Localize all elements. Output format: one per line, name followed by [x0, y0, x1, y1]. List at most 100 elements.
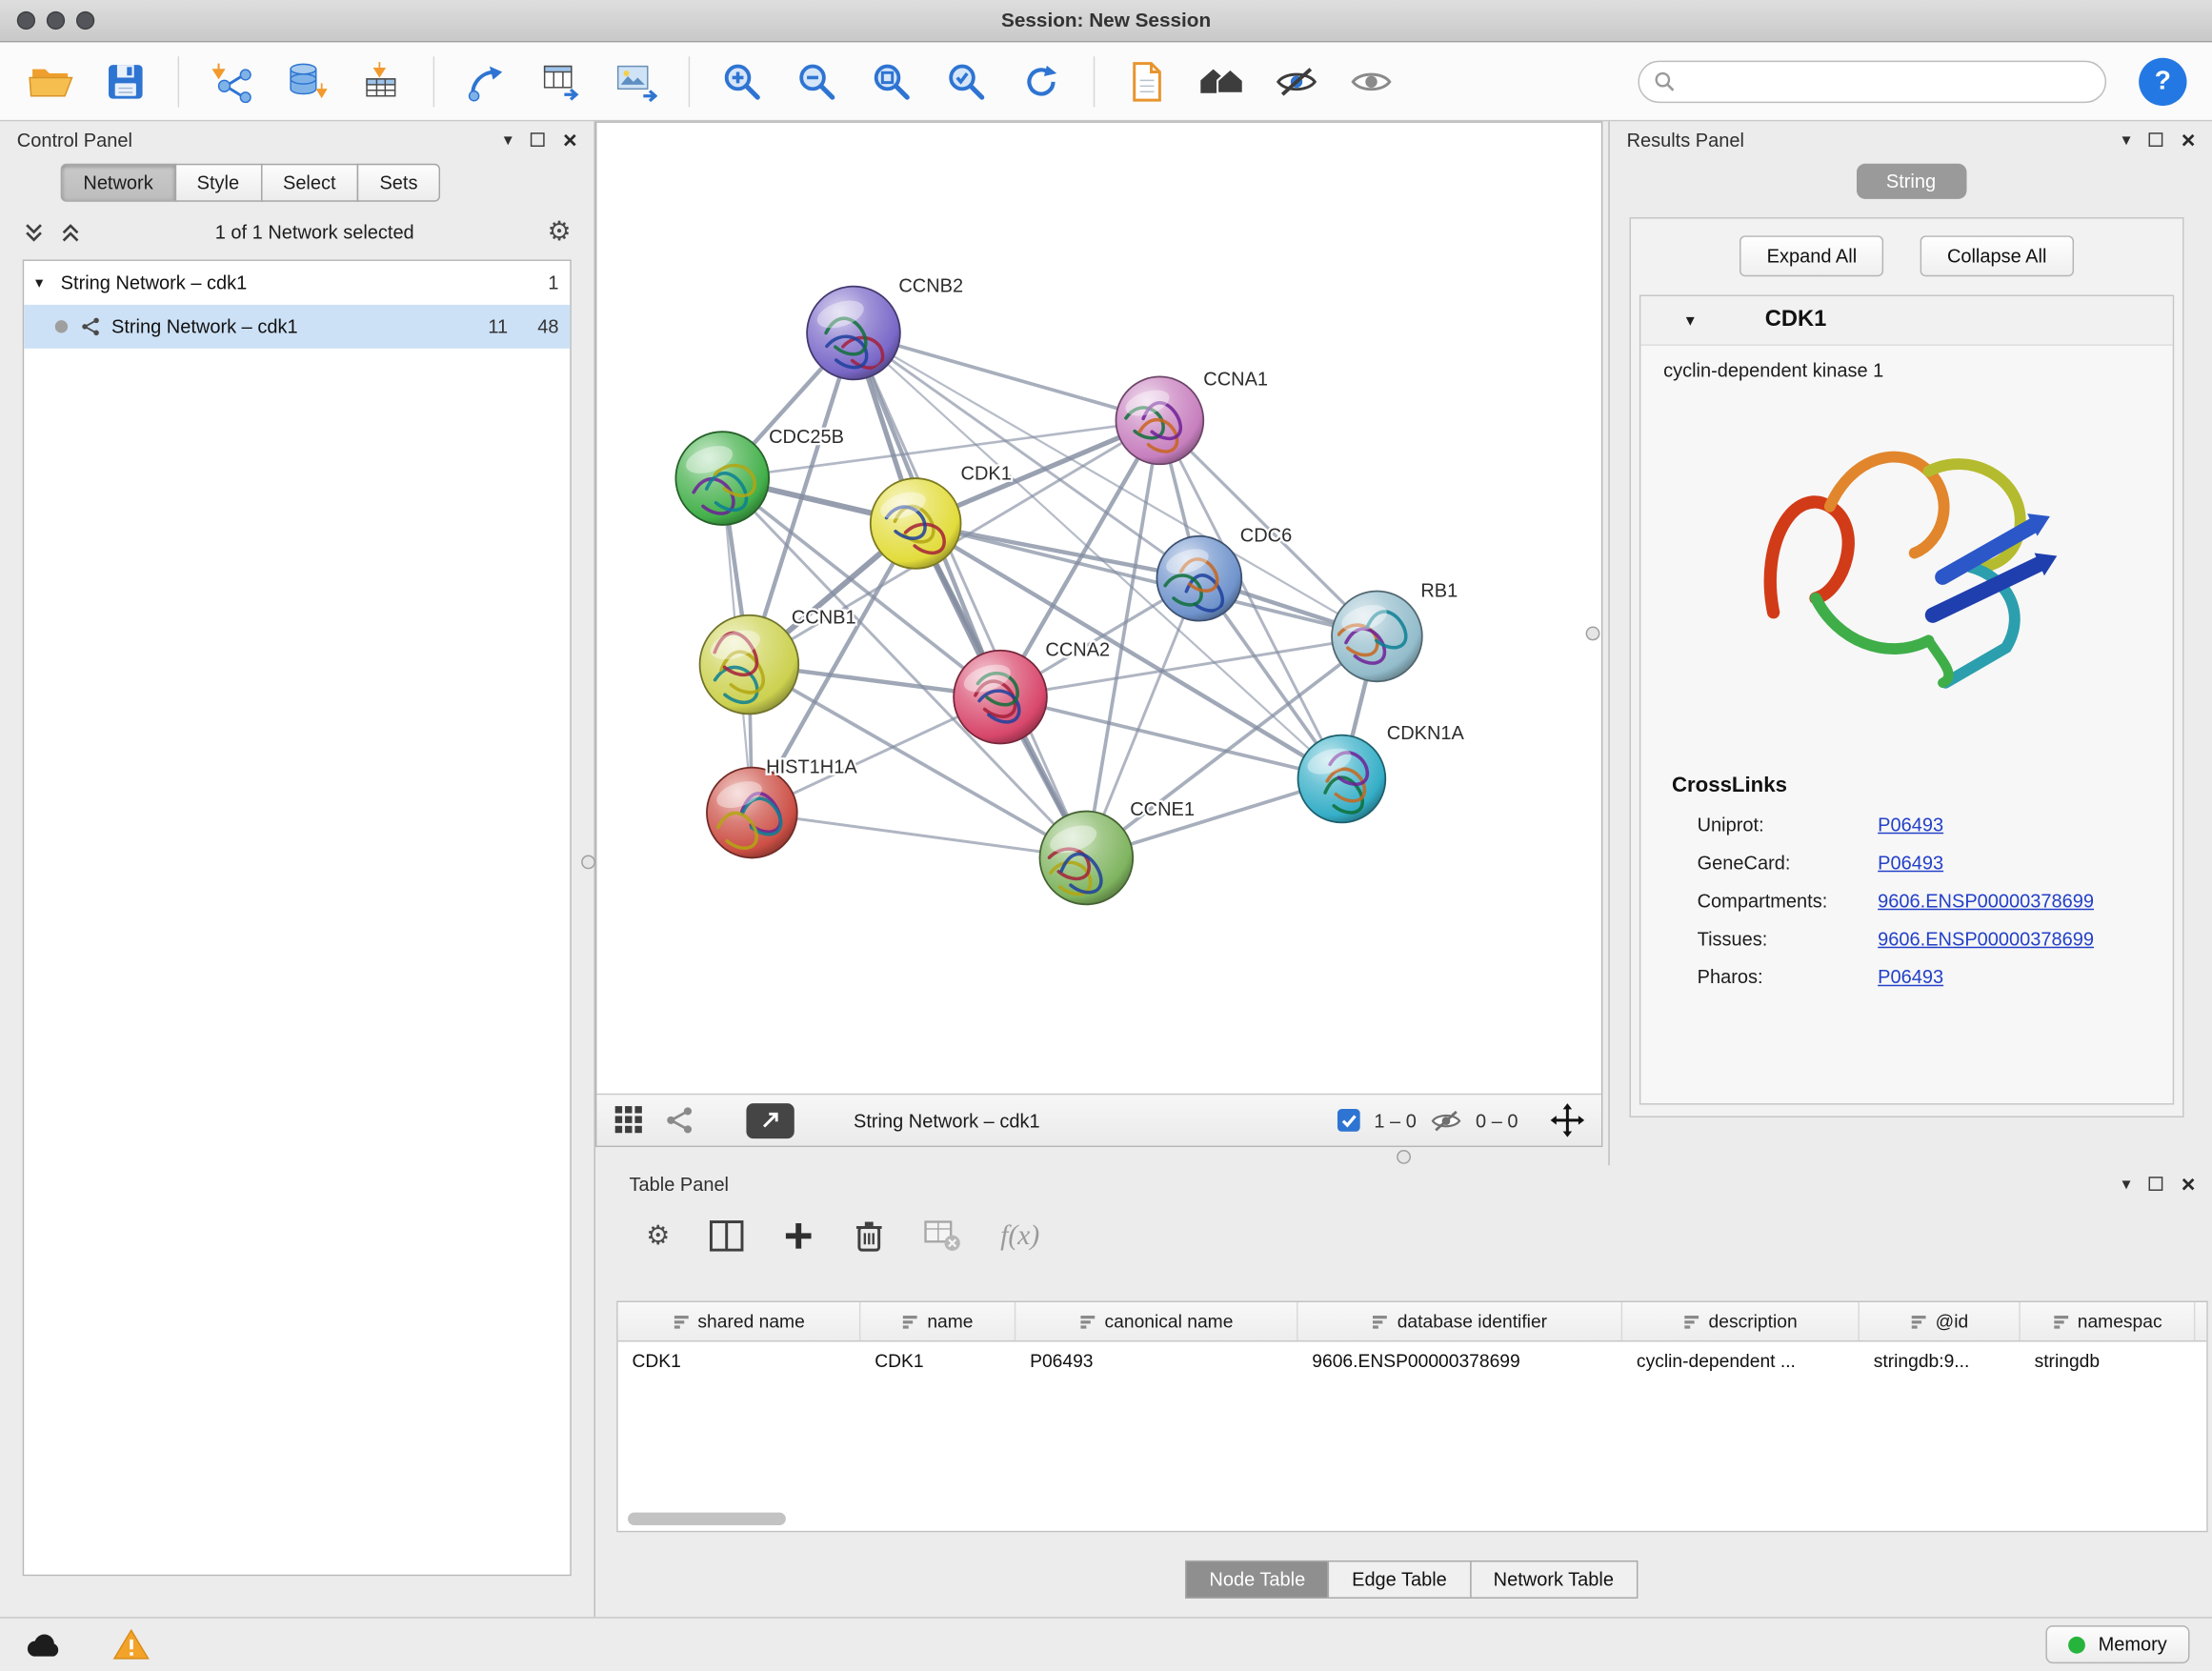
browser-home-button[interactable] [1188, 48, 1256, 115]
close-window-button[interactable] [17, 11, 35, 30]
column-header-canonical-name[interactable]: canonical name [1016, 1302, 1297, 1340]
column-header-namespac[interactable]: namespac [2021, 1302, 2196, 1340]
show-graphics-details-button[interactable] [1337, 48, 1405, 115]
close-panel-icon[interactable]: × [2182, 1172, 2196, 1196]
network-node-CDK1[interactable]: CDK1 [871, 464, 1012, 569]
network-node-RB1[interactable]: RB1 [1332, 580, 1458, 681]
gene-description: cyclin-dependent kinase 1 [1640, 346, 2172, 381]
control-panel: Control Panel ▾ × NetworkStyleSelectSets… [0, 121, 595, 1617]
document-button[interactable] [1113, 48, 1180, 115]
crosslink-value-link[interactable]: P06493 [1878, 815, 1943, 836]
memory-button[interactable]: Memory [2046, 1625, 2190, 1663]
save-session-button[interactable] [91, 48, 159, 115]
collapse-all-icon[interactable] [23, 221, 46, 244]
float-panel-icon[interactable] [2149, 1177, 2163, 1191]
network-node-HIST1H1A[interactable]: HIST1H1A [707, 757, 857, 858]
tab-network-table[interactable]: Network Table [1469, 1560, 1638, 1599]
warning-icon[interactable] [112, 1628, 150, 1661]
tab-style[interactable]: Style [174, 164, 262, 202]
column-header-database-identifier[interactable]: database identifier [1298, 1302, 1623, 1340]
network-node-CDC6[interactable]: CDC6 [1156, 526, 1292, 621]
expand-all-icon[interactable] [59, 221, 82, 244]
collapse-gene-icon[interactable]: ▾ [1686, 311, 1695, 331]
import-network-button[interactable] [197, 48, 265, 115]
eye-icon [1349, 63, 1394, 100]
birds-eye-view-icon[interactable] [613, 1105, 645, 1137]
crosslink-value-link[interactable]: 9606.ENSP00000378699 [1878, 890, 2094, 911]
selected-checkbox-icon[interactable] [1336, 1108, 1361, 1134]
node-table: shared namenamecanonical namedatabase id… [616, 1300, 2208, 1532]
splitter-handle[interactable] [1397, 1150, 1411, 1164]
network-tree-row[interactable]: String Network – cdk11148 [24, 305, 570, 349]
expand-all-button[interactable]: Expand All [1740, 235, 1884, 276]
table-settings-gear-icon[interactable]: ⚙ [646, 1222, 670, 1249]
table-row[interactable]: CDK1CDK1P064939606.ENSP00000378699cyclin… [618, 1341, 2207, 1379]
open-session-button[interactable] [17, 48, 85, 115]
horizontal-scrollbar[interactable] [628, 1513, 786, 1525]
zoom-out-button[interactable] [783, 48, 851, 115]
gene-section-header[interactable]: ▾ CDK1 [1640, 296, 2172, 346]
close-panel-icon[interactable]: × [2182, 128, 2196, 151]
column-header-name[interactable]: name [860, 1302, 1016, 1340]
collapse-all-button[interactable]: Collapse All [1920, 235, 2074, 276]
splitter-handle[interactable] [581, 855, 595, 869]
tab-node-table[interactable]: Node Table [1185, 1560, 1329, 1599]
network-tree-row[interactable]: ▾String Network – cdk11 [24, 261, 570, 305]
zoom-selected-button[interactable] [933, 48, 1000, 115]
network-canvas[interactable]: CCNB2CCNA1CDC25BCDK1CDC6RB1CCNB1CCNA2CDK… [596, 123, 1600, 1094]
network-node-CCNA1[interactable]: CCNA1 [1116, 369, 1268, 464]
collapse-arrow-icon[interactable]: ▾ [35, 273, 61, 292]
splitter-handle[interactable] [1586, 627, 1600, 641]
close-panel-icon[interactable]: × [563, 128, 577, 151]
network-overview-icon[interactable] [665, 1105, 696, 1137]
network-edge[interactable] [752, 813, 1086, 857]
new-network-button[interactable] [452, 48, 520, 115]
cloud-status-icon[interactable] [23, 1629, 65, 1661]
export-image-button[interactable] [602, 48, 670, 115]
import-table-button[interactable] [347, 48, 414, 115]
column-header-shared-name[interactable]: shared name [618, 1302, 861, 1340]
apply-layout-button[interactable] [1007, 48, 1075, 115]
float-panel-icon[interactable] [531, 132, 545, 147]
help-button[interactable]: ? [2139, 57, 2186, 105]
crosslink-value-link[interactable]: P06493 [1878, 853, 1943, 874]
panel-menu-icon[interactable]: ▾ [2122, 1174, 2130, 1194]
network-node-CCNB1[interactable]: CCNB1 [700, 608, 856, 715]
tab-sets[interactable]: Sets [357, 164, 440, 202]
column-header-description[interactable]: description [1622, 1302, 1860, 1340]
network-node-CDKN1A[interactable]: CDKN1A [1298, 723, 1465, 822]
crosslink-value-link[interactable]: 9606.ENSP00000378699 [1878, 928, 2094, 949]
show-columns-icon[interactable] [710, 1220, 744, 1252]
network-edge[interactable] [854, 333, 1086, 858]
panel-menu-icon[interactable]: ▾ [504, 130, 513, 150]
tab-edge-table[interactable]: Edge Table [1328, 1560, 1471, 1599]
hidden-eye-slash-icon[interactable] [1429, 1107, 1463, 1134]
pan-crosshair-icon[interactable] [1551, 1103, 1585, 1137]
tab-string[interactable]: String [1856, 164, 1966, 199]
minimize-window-button[interactable] [47, 11, 65, 30]
zoom-in-button[interactable] [708, 48, 775, 115]
zoom-fit-button[interactable] [857, 48, 925, 115]
panel-menu-icon[interactable]: ▾ [2122, 130, 2130, 150]
export-table-button[interactable] [528, 48, 595, 115]
network-view-panel: CCNB2CCNA1CDC25BCDK1CDC6RB1CCNB1CCNA2CDK… [595, 121, 1602, 1147]
import-network-from-database-button[interactable] [272, 48, 340, 115]
crosslink-value-link[interactable]: P06493 [1878, 966, 1943, 987]
delete-column-trash-icon[interactable] [854, 1219, 885, 1254]
tab-select[interactable]: Select [260, 164, 358, 202]
open-in-new-window-button[interactable] [746, 1102, 794, 1137]
gear-icon[interactable]: ⚙ [548, 219, 572, 246]
hide-graphics-details-button[interactable] [1262, 48, 1330, 115]
search-input[interactable] [1684, 70, 2091, 93]
network-edge[interactable] [854, 333, 1159, 421]
zoom-window-button[interactable] [76, 11, 94, 30]
float-panel-icon[interactable] [2149, 132, 2163, 147]
column-sort-icon [673, 1313, 690, 1330]
memory-label: Memory [2099, 1634, 2167, 1655]
crosslink-label: Compartments: [1698, 890, 1879, 911]
network-node-CCNB2[interactable]: CCNB2 [807, 276, 963, 380]
network-node-CDC25B[interactable]: CDC25B [675, 427, 844, 525]
tab-network[interactable]: Network [61, 164, 176, 202]
column-header--id[interactable]: @id [1860, 1302, 2021, 1340]
add-column-icon[interactable] [783, 1220, 814, 1252]
